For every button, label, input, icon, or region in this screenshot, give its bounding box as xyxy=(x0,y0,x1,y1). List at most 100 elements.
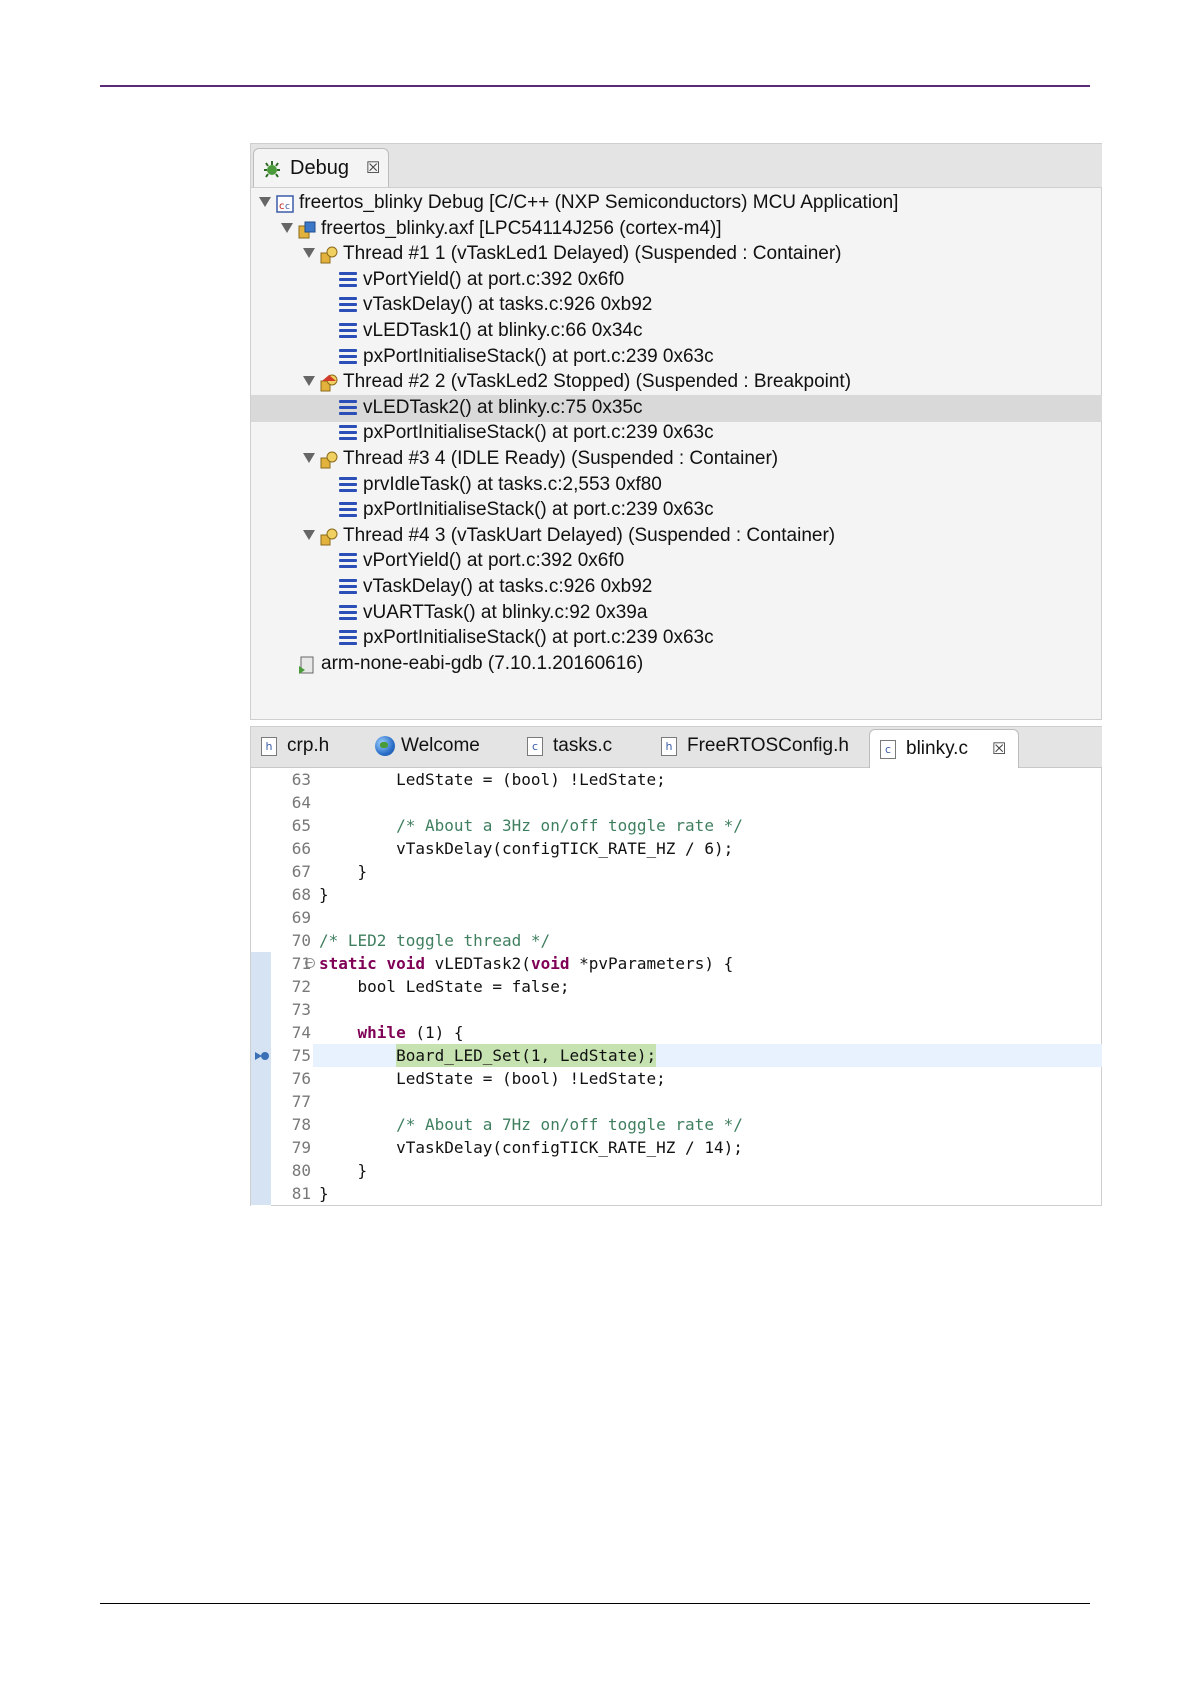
bug-icon xyxy=(264,161,280,178)
gdb-icon xyxy=(299,656,314,674)
line-number: 69 xyxy=(291,908,311,927)
editor-tab-label: blinky.c xyxy=(906,738,968,759)
stack-frame-icon xyxy=(339,399,357,416)
code-line[interactable]: } xyxy=(319,883,329,906)
instruction-pointer-icon xyxy=(255,1052,269,1060)
fold-toggle-icon[interactable]: − xyxy=(305,958,315,969)
tree-item-label: vUARTTask() at blinky.c:92 0x39a xyxy=(363,601,648,623)
process-row[interactable]: freertos_blinky.axf [LPC54114J256 (corte… xyxy=(251,216,1102,243)
stack-frame-icon xyxy=(339,476,357,493)
expand-arrow-icon[interactable] xyxy=(303,453,315,463)
code-line[interactable]: Board_LED_Set(1, LedState); xyxy=(319,1044,656,1067)
stack-frame-row[interactable]: pxPortInitialiseStack() at port.c:239 0x… xyxy=(251,497,1102,524)
line-number: 70 xyxy=(291,931,311,950)
tree-item-label: freertos_blinky Debug [C/C++ (NXP Semico… xyxy=(299,192,899,213)
thread-row[interactable]: Thread #3 4 (IDLE Ready) (Suspended : Co… xyxy=(251,446,1102,473)
thread-row[interactable]: Thread #2 2 (vTaskLed2 Stopped) (Suspend… xyxy=(251,369,1102,396)
line-number: 74 xyxy=(291,1023,311,1042)
stack-frame-row[interactable]: vPortYield() at port.c:392 0x6f0 xyxy=(251,267,1102,294)
editor-tab-label: Welcome xyxy=(401,735,480,756)
gdb-row[interactable]: arm-none-eabi-gdb (7.10.1.20160616) xyxy=(251,651,1102,678)
expand-arrow-icon[interactable] xyxy=(259,197,271,207)
editor-gutter xyxy=(251,768,271,1206)
tree-item-label: pxPortInitialiseStack() at port.c:239 0x… xyxy=(363,499,714,521)
tab-debug[interactable]: Debug ☒ xyxy=(253,148,389,187)
code-line[interactable]: bool LedState = false; xyxy=(319,975,570,998)
thread-suspended-icon xyxy=(320,246,338,264)
code-line[interactable]: static void vLEDTask2(void *pvParameters… xyxy=(319,952,733,975)
line-number: 68 xyxy=(291,885,311,904)
stack-frame-icon xyxy=(339,425,357,441)
tree-item-label: pxPortInitialiseStack() at port.c:239 0x… xyxy=(363,422,714,444)
thread-row[interactable]: Thread #4 3 (vTaskUart Delayed) (Suspend… xyxy=(251,523,1102,550)
stack-frame-row[interactable]: prvIdleTask() at tasks.c:2,553 0xf80 xyxy=(251,472,1102,499)
stack-frame-row[interactable]: pxPortInitialiseStack() at port.c:239 0x… xyxy=(251,420,1102,447)
thread-row[interactable]: Thread #1 1 (vTaskLed1 Delayed) (Suspend… xyxy=(251,241,1102,268)
code-line[interactable]: } xyxy=(319,1159,368,1182)
code-line[interactable]: vTaskDelay(configTICK_RATE_HZ / 14); xyxy=(319,1136,743,1159)
tree-item-label: vTaskDelay() at tasks.c:926 0xb92 xyxy=(363,294,653,316)
tree-item-label: pxPortInitialiseStack() at port.c:239 0x… xyxy=(363,627,714,649)
code-line[interactable]: while (1) { xyxy=(319,1021,464,1044)
h-file-icon: h xyxy=(661,737,677,756)
stack-frame-icon xyxy=(339,579,357,595)
code-line[interactable]: } xyxy=(319,1182,329,1205)
function-range-marker xyxy=(251,952,271,1205)
thread-breakpoint-icon xyxy=(320,374,338,392)
stack-frame-row[interactable]: vUARTTask() at blinky.c:92 0x39a xyxy=(251,600,1102,627)
line-number: 81 xyxy=(291,1184,311,1203)
expand-arrow-icon[interactable] xyxy=(303,248,315,259)
stack-frame-icon xyxy=(339,297,357,313)
ide-screenshot: Debug ☒ c c freertos_blinky Debug [C/C++ (… xyxy=(250,143,1102,1206)
tree-item-label: freertos_blinky.axf [LPC54114J256 (corte… xyxy=(321,217,722,239)
globe-icon xyxy=(375,736,395,756)
editor-body[interactable]: 63 LedState = (bool) !LedState; 64 65 /* A… xyxy=(251,768,1102,1206)
tree-item-label: prvIdleTask() at tasks.c:2,553 0xf80 xyxy=(363,473,662,495)
expand-arrow-icon[interactable] xyxy=(303,376,315,387)
code-line[interactable]: } xyxy=(319,860,368,883)
line-number: 64 xyxy=(291,793,311,812)
tree-item-label: vTaskDelay() at tasks.c:926 0xb92 xyxy=(363,576,653,597)
launch-row[interactable]: c c freertos_blinky Debug [C/C++ (NXP Semi… xyxy=(251,190,1102,217)
stack-frame-row[interactable]: pxPortInitialiseStack() at port.c:239 0x… xyxy=(251,344,1102,371)
tree-item-label: Thread #2 2 (vTaskLed2 Stopped) (Suspend… xyxy=(343,371,852,393)
stack-frame-row[interactable]: vLEDTask1() at blinky.c:66 0x34c xyxy=(251,318,1102,345)
code-line[interactable]: vTaskDelay(configTICK_RATE_HZ / 6); xyxy=(319,837,733,860)
tree-item-label: vPortYield() at port.c:392 0x6f0 xyxy=(363,550,625,572)
code-line[interactable]: /* LED2 toggle thread */ xyxy=(319,929,550,952)
tree-item-label: vLEDTask1() at blinky.c:66 0x34c xyxy=(363,320,643,341)
stack-frame-row[interactable]: vPortYield() at port.c:392 0x6f0 xyxy=(251,548,1102,575)
line-number: 77 xyxy=(291,1092,311,1111)
stack-frame-icon xyxy=(339,630,357,646)
tree-item-label: Thread #1 1 (vTaskLed1 Delayed) (Suspend… xyxy=(343,243,842,265)
thread-suspended-icon xyxy=(320,451,338,469)
line-number: 65 xyxy=(291,816,311,835)
stack-frame-row[interactable]: vTaskDelay() at tasks.c:926 0xb92 xyxy=(251,292,1102,319)
footer-rule xyxy=(100,1603,1090,1604)
line-number: 67 xyxy=(291,862,311,881)
tree-item-label: Thread #4 3 (vTaskUart Delayed) (Suspend… xyxy=(343,524,836,546)
code-editor: h crp.h Welcome c tasks.c h FreeRTOSConfig.h c b… xyxy=(250,726,1102,1206)
svg-text:c: c xyxy=(279,201,285,212)
tree-item-label: arm-none-eabi-gdb (7.10.1.20160616) xyxy=(321,652,644,674)
line-number: 72 xyxy=(291,977,311,996)
expand-arrow-icon[interactable] xyxy=(281,222,293,233)
code-line[interactable]: LedState = (bool) !LedState; xyxy=(319,1067,666,1090)
stack-frame-row[interactable]: vLEDTask2() at blinky.c:75 0x35c xyxy=(251,394,1102,422)
expand-arrow-icon[interactable] xyxy=(303,529,315,540)
line-number: 80 xyxy=(291,1161,311,1180)
stack-frame-row[interactable]: vTaskDelay() at tasks.c:926 0xb92 xyxy=(251,574,1102,601)
line-number: 76 xyxy=(291,1069,311,1088)
close-icon[interactable]: ☒ xyxy=(366,158,380,178)
close-icon[interactable]: ☒ xyxy=(992,739,1006,759)
code-line[interactable]: /* About a 7Hz on/off toggle rate */ xyxy=(319,1113,743,1136)
h-file-icon: h xyxy=(261,737,277,756)
tab-debug-label: Debug xyxy=(290,157,349,179)
line-number: 75 xyxy=(291,1046,311,1065)
stack-frame-icon xyxy=(339,348,357,365)
code-line[interactable]: LedState = (bool) !LedState; xyxy=(319,768,666,791)
stack-frame-icon xyxy=(339,271,357,288)
tab-blinky-c[interactable]: c blinky.c ☒ xyxy=(869,729,1019,768)
stack-frame-row[interactable]: pxPortInitialiseStack() at port.c:239 0x… xyxy=(251,625,1102,652)
code-line[interactable]: /* About a 3Hz on/off toggle rate */ xyxy=(319,814,743,837)
